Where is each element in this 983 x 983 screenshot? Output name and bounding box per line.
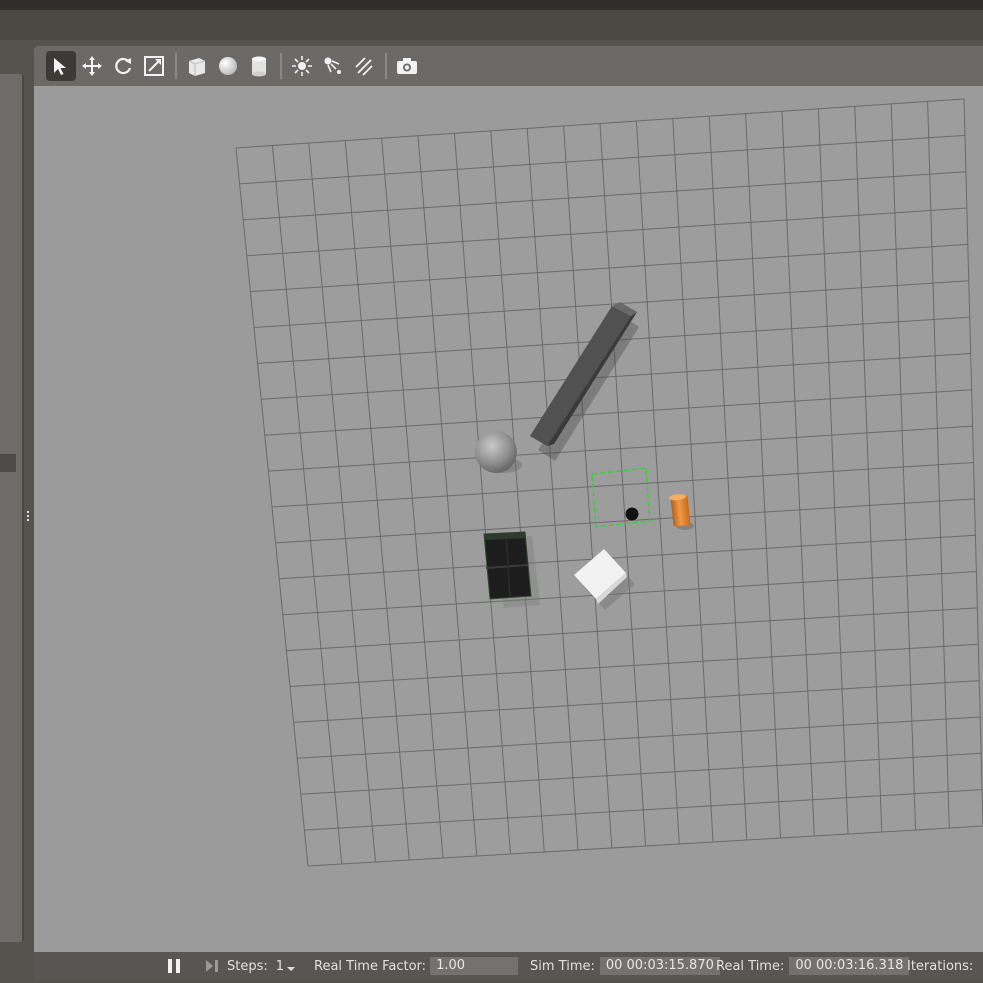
pause-button[interactable] [166, 957, 182, 975]
translate-tool-icon[interactable] [77, 51, 107, 81]
sim-time-value: 00 00:03:15.870 [599, 957, 720, 975]
directional-light-icon[interactable] [349, 51, 379, 81]
toolbar-separator [175, 53, 177, 79]
select-tool-icon[interactable] [46, 51, 76, 81]
real-time-value: 00 00:03:16.318 [789, 957, 910, 975]
chevron-down-icon[interactable] [286, 964, 296, 974]
scene-window: Steps: 1 Real Time Factor: 1.00 Sim Time… [34, 46, 983, 980]
real-time-factor-value: 1.00 [430, 957, 519, 975]
menu-bar [0, 10, 983, 41]
pause-icon [168, 959, 180, 973]
scale-tool-icon[interactable] [139, 51, 169, 81]
system-top-bar [0, 0, 983, 10]
cylinder-shape-icon[interactable] [244, 51, 274, 81]
box-shape-icon[interactable] [182, 51, 212, 81]
real-time-label: Real Time: [716, 958, 785, 974]
rotate-tool-icon[interactable] [108, 51, 138, 81]
sphere-shape-icon[interactable] [213, 51, 243, 81]
scene-render[interactable] [34, 86, 983, 952]
iterations-label: Iterations: [907, 958, 974, 974]
step-button[interactable] [204, 957, 220, 975]
screenshot-camera-icon[interactable] [392, 51, 422, 81]
left-side-panel[interactable] [0, 74, 24, 942]
left-panel-handle[interactable] [0, 454, 16, 472]
3d-viewport[interactable] [34, 86, 983, 952]
toolbar-separator [280, 53, 282, 79]
point-light-icon[interactable] [287, 51, 317, 81]
toolbar [34, 46, 983, 86]
step-forward-icon [206, 960, 218, 972]
spot-light-icon[interactable] [318, 51, 348, 81]
black-box-model[interactable] [483, 531, 540, 608]
real-time-factor-label: Real Time Factor: [314, 958, 427, 974]
status-bar: Steps: 1 Real Time Factor: 1.00 Sim Time… [34, 952, 983, 980]
steps-label: Steps: [227, 958, 268, 974]
panel-splitter[interactable] [26, 510, 30, 521]
toolbar-separator [385, 53, 387, 79]
sim-time-label: Sim Time: [530, 958, 595, 974]
steps-spinbox[interactable]: 1 [276, 959, 284, 974]
